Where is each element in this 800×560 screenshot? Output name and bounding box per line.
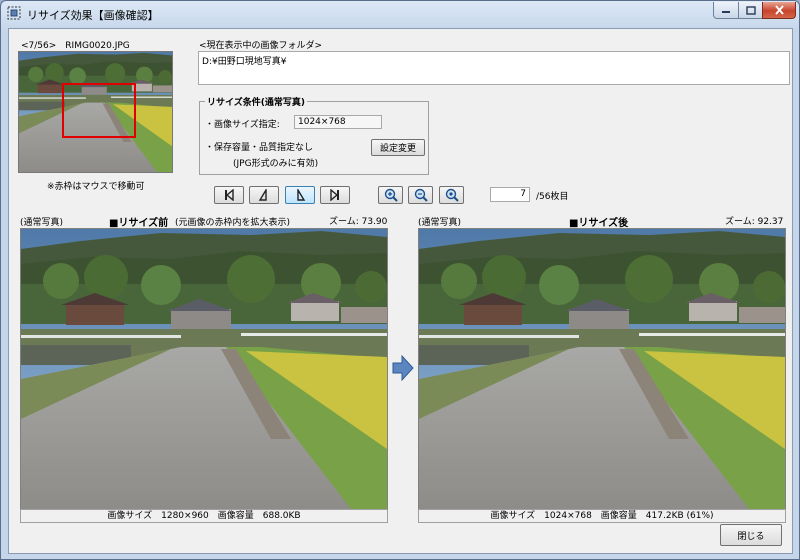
change-settings-button[interactable]: 設定変更 [371, 139, 425, 156]
before-mode-label: (通常写真) [20, 218, 64, 228]
after-image [419, 229, 785, 509]
step-next-icon [297, 189, 306, 201]
skip-last-icon [330, 189, 339, 201]
next-image-button[interactable] [285, 186, 315, 204]
minimize-icon [722, 11, 730, 13]
folder-path: D:¥田野口現地写真¥ [202, 57, 287, 67]
maximize-icon [745, 5, 756, 15]
close-icon [774, 5, 784, 15]
page-total: /56枚目 [536, 192, 569, 202]
prev-image-button[interactable] [249, 186, 279, 204]
quality-label: ・保存容量・品質指定なし [205, 143, 314, 153]
selection-box[interactable] [62, 83, 136, 138]
maximize-button[interactable] [738, 2, 763, 19]
zoom-out-icon [414, 188, 428, 202]
after-zoom: ズーム: 92.37 [725, 217, 784, 227]
before-status: 画像サイズ 1280×960 画像容量 688.0KB [107, 511, 301, 521]
zoom-out-button[interactable] [408, 186, 433, 204]
before-status-bar: 画像サイズ 1280×960 画像容量 688.0KB [20, 509, 388, 523]
before-title: ■リサイズ前 [109, 218, 169, 229]
change-settings-label: 設定変更 [379, 144, 416, 154]
thumbnail-file-label: <7/56> RIMG0020.JPG [21, 41, 130, 51]
drag-hint: ※赤枠はマウスで移動可 [47, 182, 145, 192]
size-label: ・画像サイズ指定: [205, 120, 280, 130]
jpg-note: (JPG形式のみに有効) [233, 159, 319, 169]
size-field: 1024×768 [294, 115, 382, 129]
close-window-button[interactable] [762, 2, 796, 19]
size-value: 1024×768 [298, 117, 346, 127]
arrow-right-icon [392, 355, 414, 381]
before-image [21, 229, 387, 509]
resize-confirm-window: リサイズ効果【画像確認】 <7/56> RIMG0020.JPG ※赤枠はマウス… [0, 0, 800, 560]
conditions-title: リサイズ条件(通常写真) [205, 95, 307, 108]
skip-first-icon [225, 189, 234, 201]
close-button-label: 閉じる [737, 531, 765, 542]
before-zoom: ズーム: 73.90 [329, 217, 388, 227]
page-number-field[interactable]: 7 [490, 187, 530, 202]
thumbnail-preview[interactable] [18, 51, 173, 173]
minimize-button[interactable] [713, 2, 739, 19]
page-number: 7 [520, 189, 526, 199]
window-title: リサイズ効果【画像確認】 [27, 9, 159, 22]
after-mode-label: (通常写真) [418, 218, 462, 228]
before-subtitle: (元画像の赤枠内を拡大表示) [175, 218, 291, 228]
client-area: <7/56> RIMG0020.JPG ※赤枠はマウスで移動可 <現在表示中の画… [8, 28, 793, 554]
last-image-button[interactable] [320, 186, 350, 204]
zoom-in-icon [384, 188, 398, 202]
before-image-pane[interactable] [20, 228, 388, 510]
after-title: ■リサイズ後 [569, 218, 629, 229]
step-prev-icon [258, 189, 267, 201]
after-image-pane[interactable] [418, 228, 786, 510]
close-button[interactable]: 閉じる [720, 524, 782, 546]
title-bar[interactable]: リサイズ効果【画像確認】 [1, 1, 799, 27]
zoom-fit-icon [445, 188, 459, 202]
zoom-fit-button[interactable] [439, 186, 464, 204]
after-status: 画像サイズ 1024×768 画像容量 417.2KB (61%) [490, 511, 714, 521]
first-image-button[interactable] [214, 186, 244, 204]
folder-label: <現在表示中の画像フォルダ> [199, 41, 323, 51]
after-status-bar: 画像サイズ 1024×768 画像容量 417.2KB (61%) [418, 509, 786, 523]
zoom-in-button[interactable] [378, 186, 403, 204]
resize-app-icon [7, 6, 21, 20]
folder-path-box: D:¥田野口現地写真¥ [198, 51, 790, 85]
